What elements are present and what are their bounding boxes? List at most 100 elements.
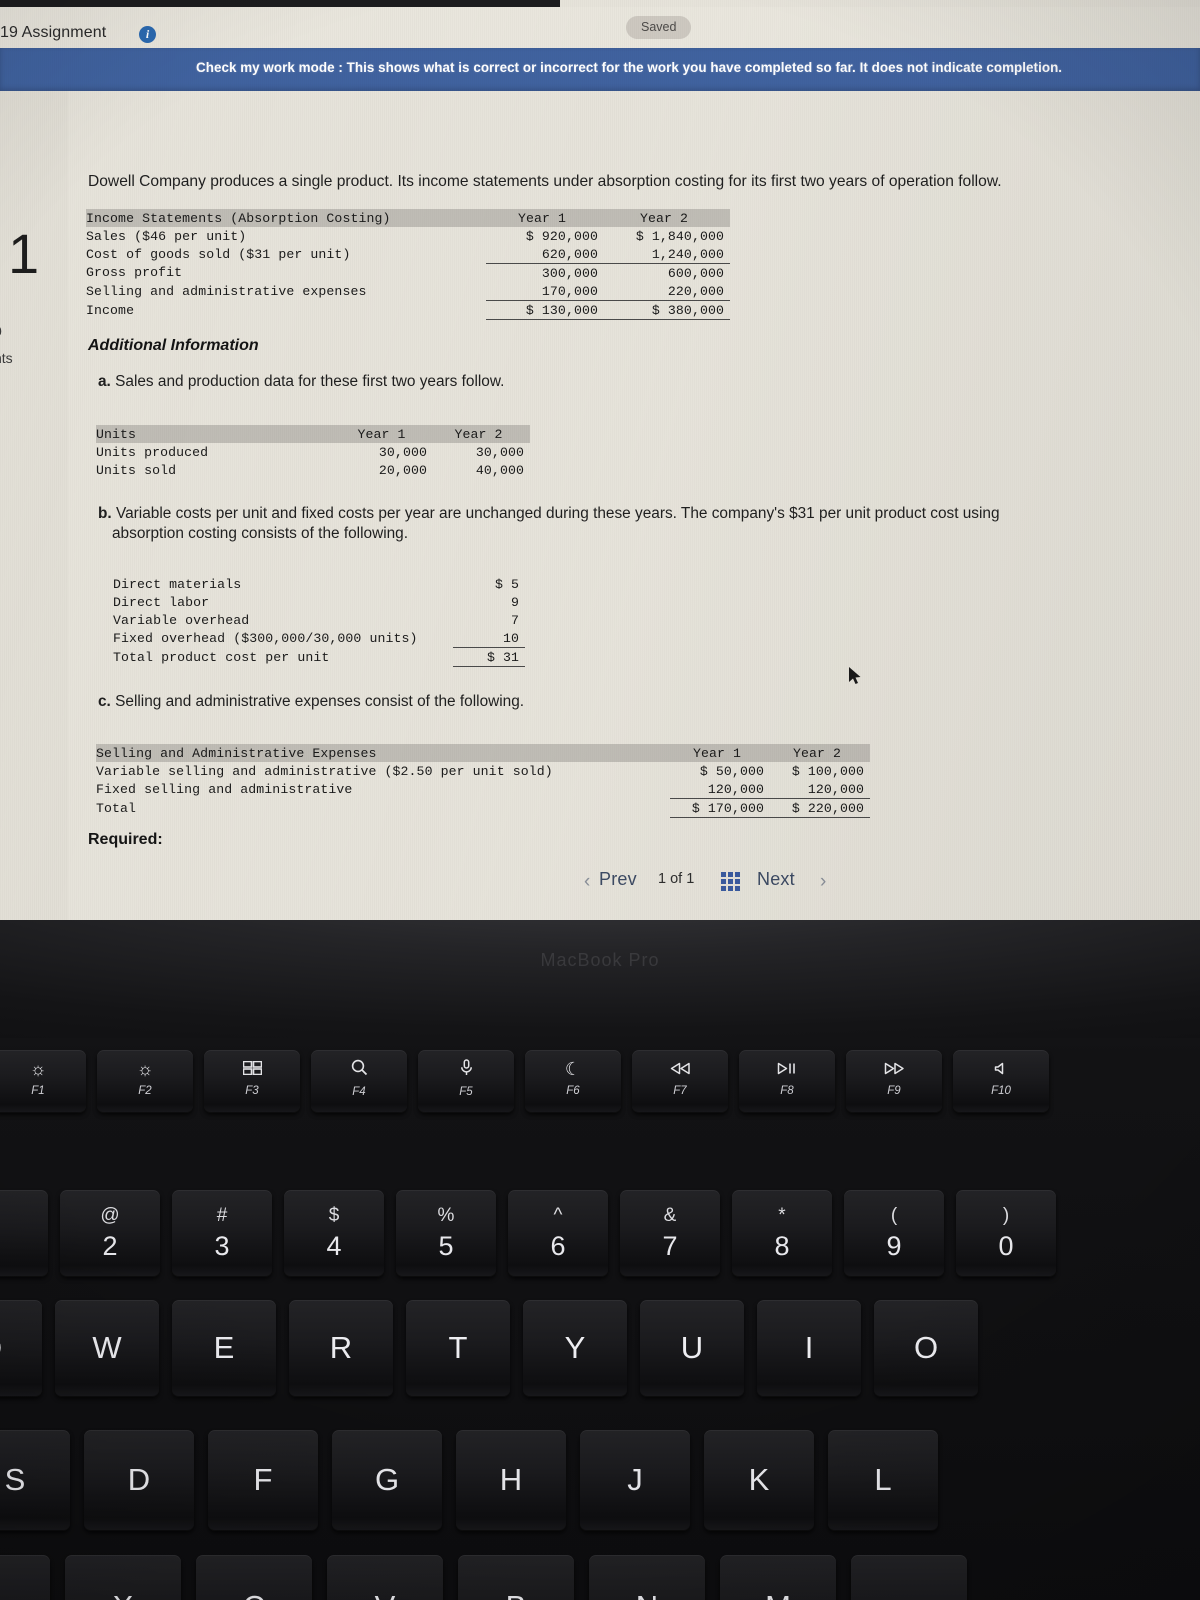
key-9[interactable]: ( 9 [844,1190,944,1276]
key-b[interactable]: B [458,1555,574,1600]
key-label: H [499,1462,523,1497]
key-0[interactable]: ) 0 [956,1190,1056,1276]
key-y[interactable]: Y [523,1300,627,1396]
function-key-row: ☼ F1 ☼ F2 F3 F4 F5 ☾ F6 F7 F8 F9 F10 [0,1050,1060,1112]
page-indicator: 1 of 1 [658,871,695,887]
chevron-right-icon[interactable]: › [820,871,826,893]
home-key-row: S D F G H J K L [0,1430,952,1530]
key-f1[interactable]: ☼ F1 [0,1050,86,1112]
row-year1-value: 620,000 [541,246,598,262]
key-2[interactable]: @ 2 [60,1190,160,1276]
table-row: Variable overhead 7 [113,611,525,629]
table-header-row: Units Year 1 Year 2 [96,425,530,443]
key-h[interactable]: H [456,1430,566,1530]
grid-icon[interactable] [721,872,740,891]
row-year2-value: $ 380,000 [604,300,730,320]
key-4[interactable]: $ 4 [284,1190,384,1276]
key-f3[interactable]: F3 [204,1050,300,1112]
qwerty-key-row: Q W E R T Y U I O [0,1300,991,1396]
row-year2-value: 120,000 [807,781,864,797]
key-d[interactable]: D [84,1430,194,1530]
column-header-label: Income Statements (Absorption Costing) [86,210,391,226]
key-f2[interactable]: ☼ F2 [97,1050,193,1112]
key-f7[interactable]: F7 [632,1050,728,1112]
info-icon[interactable]: i [139,26,156,43]
key-k[interactable]: K [704,1430,814,1530]
key-x[interactable]: X [65,1555,181,1600]
row-year1-value: $ 920,000 [525,228,598,244]
item-a-text: Sales and production data for these firs… [115,373,505,390]
key-z[interactable]: Z [0,1555,50,1600]
item-a-paragraph: a. Sales and production data for these f… [98,372,504,392]
item-b-paragraph: b. Variable costs per unit and fixed cos… [98,504,1098,544]
key-label: K [748,1462,770,1497]
key-label: F8 [780,1085,794,1097]
question-number: 1 [8,222,40,285]
key-e[interactable]: E [172,1300,276,1396]
item-c-paragraph: c. Selling and administrative expenses c… [98,692,524,712]
row-value: 9 [510,594,519,610]
key-f10[interactable]: F10 [953,1050,1049,1112]
next-button[interactable]: Next [757,869,795,890]
pagination-bar: ‹ Prev 1 of 1 Next › [68,866,1200,906]
question-content: Dowell Company produces a single product… [68,91,1200,920]
key-g[interactable]: G [332,1430,442,1530]
key-label: B [506,1589,527,1600]
selling-admin-table: Selling and Administrative Expenses Year… [96,744,870,821]
column-header-label: Units [96,426,137,442]
key-label: Y [564,1330,586,1365]
key-q[interactable]: Q [0,1300,42,1396]
table-row: Variable selling and administrative ($2.… [96,762,870,780]
row-year1-value: 170,000 [541,283,598,299]
key-label: D [127,1462,151,1497]
key-label: N [636,1589,658,1600]
key-s[interactable]: S [0,1430,70,1530]
key-label: F4 [352,1086,366,1098]
key-f[interactable]: F [208,1430,318,1530]
saved-status-badge: Saved [626,16,692,39]
row-year2-value: 220,000 [667,283,724,299]
key-8[interactable]: * 8 [732,1190,832,1276]
key-1[interactable]: ! [0,1190,48,1276]
key-r[interactable]: R [289,1300,393,1396]
key-w[interactable]: W [55,1300,159,1396]
key-f6[interactable]: ☾ F6 [525,1050,621,1112]
do-not-disturb-moon-icon: ☾ [564,1059,582,1079]
hinge-brand-text: MacBook Pro [540,950,660,970]
units-table: Units Year 1 Year 2 Units produced 30,00… [96,425,530,479]
table-row: Direct labor 9 [113,593,525,611]
key-o[interactable]: O [874,1300,978,1396]
column-header-year2: Year 2 [454,426,503,442]
key-5[interactable]: % 5 [396,1190,496,1276]
key-u[interactable]: U [640,1300,744,1396]
key-comma[interactable]: ‹ [851,1555,967,1600]
key-l[interactable]: L [828,1430,938,1530]
key-3[interactable]: # 3 [172,1190,272,1276]
key-f9[interactable]: F9 [846,1050,942,1112]
key-t[interactable]: T [406,1300,510,1396]
mission-control-icon [242,1059,262,1079]
key-label: M [765,1589,791,1600]
item-c-marker: c. [98,693,111,710]
key-c[interactable]: C [196,1555,312,1600]
key-v[interactable]: V [327,1555,443,1600]
key-f5[interactable]: F5 [418,1050,514,1112]
key-f4[interactable]: F4 [311,1050,407,1112]
key-6[interactable]: ^ 6 [508,1190,608,1276]
prev-button[interactable]: Prev [599,869,637,890]
key-j[interactable]: J [580,1430,690,1530]
item-b-text-line1: Variable costs per unit and fixed costs … [115,505,1000,522]
key-f8[interactable]: F8 [739,1050,835,1112]
row-label: Selling and administrative expenses [86,283,367,299]
row-year2-value: $ 220,000 [770,798,870,818]
key-m[interactable]: M [720,1555,836,1600]
key-label: F5 [459,1086,473,1098]
assignment-title: 19 Assignment [0,24,107,41]
key-i[interactable]: I [757,1300,861,1396]
key-shift-label: ^ [553,1205,563,1226]
key-7[interactable]: & 7 [620,1190,720,1276]
chevron-left-icon[interactable]: ‹ [584,871,590,893]
key-n[interactable]: N [589,1555,705,1600]
column-header-label: Selling and Administrative Expenses [96,745,377,761]
key-shift-label: # [216,1205,228,1226]
